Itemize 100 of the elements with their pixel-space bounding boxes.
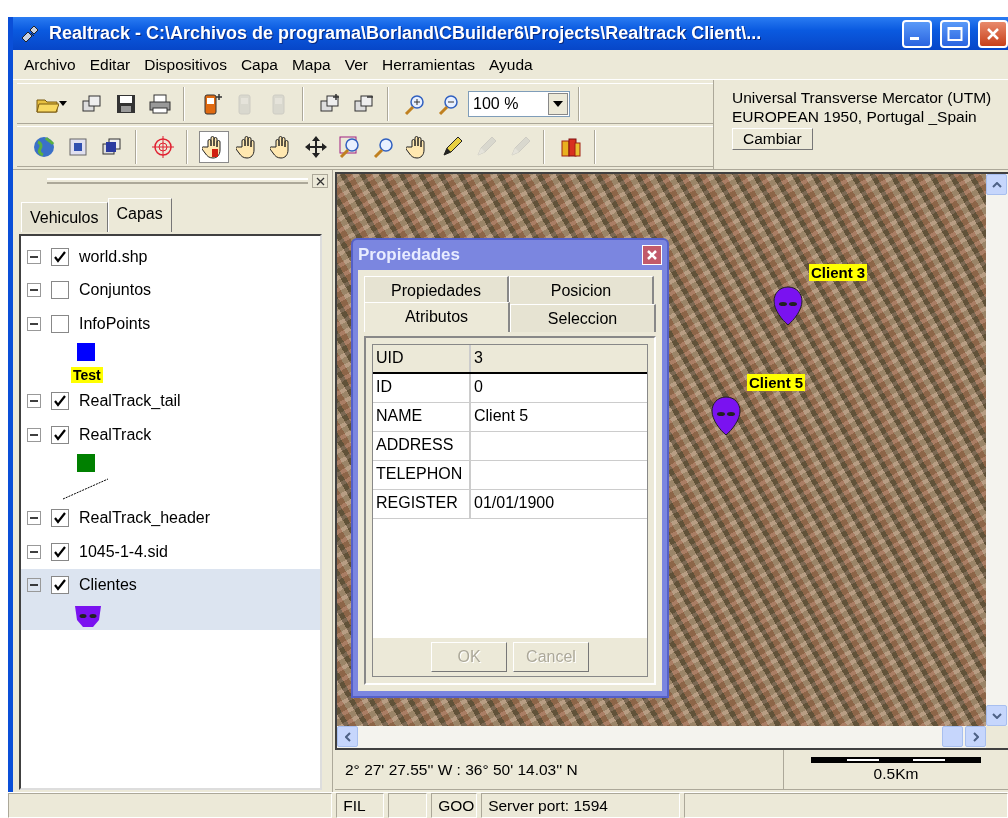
dialog-tab[interactable]: Posicion xyxy=(509,276,654,304)
zoom-box-icon xyxy=(338,134,362,159)
globe-icon xyxy=(32,134,56,159)
menu-item[interactable]: Ayuda xyxy=(482,55,540,74)
layer-name: Clientes xyxy=(79,576,137,595)
collapse-icon[interactable] xyxy=(27,511,41,526)
close-icon xyxy=(646,249,658,261)
menu-item[interactable]: Dispositivos xyxy=(137,55,234,74)
vertical-scrollbar[interactable] xyxy=(986,174,1008,726)
layer-row[interactable]: InfoPoints xyxy=(21,307,320,341)
pencil-icon xyxy=(508,134,532,159)
field-value: 3 xyxy=(473,348,484,368)
alien-head-icon xyxy=(73,604,103,628)
field-value: Client 5 xyxy=(473,406,530,426)
status-panel: GOO xyxy=(431,793,478,818)
minimize-button[interactable] xyxy=(902,19,932,48)
close-icon xyxy=(986,26,1000,41)
projection-text: EUROPEAN 1950, Portugal _Spain xyxy=(732,107,978,126)
layer-name: Conjuntos xyxy=(79,281,152,300)
dialog-title: Propiedades xyxy=(358,245,461,265)
satellite-icon xyxy=(19,23,41,44)
move-arrows-icon xyxy=(304,134,328,159)
layer-row[interactable]: RealTrack xyxy=(21,418,320,452)
dialog-tab[interactable]: Propiedades xyxy=(364,276,509,304)
alien-head-icon xyxy=(711,396,741,436)
menu-item[interactable]: Ver xyxy=(337,55,375,74)
scale-label: 0.5Km xyxy=(873,764,919,783)
menu-item[interactable]: Mapa xyxy=(284,55,338,74)
status-panel: Server port: 1594 xyxy=(481,793,680,818)
panel-tab[interactable]: Capas xyxy=(107,198,172,232)
collapse-icon[interactable] xyxy=(27,249,41,264)
scroll-right-button[interactable] xyxy=(965,726,986,747)
scroll-thumb[interactable] xyxy=(942,726,963,747)
maximize-button[interactable] xyxy=(940,19,970,48)
marker-label: Client 3 xyxy=(809,264,868,281)
layer-row[interactable]: RealTrack_tail xyxy=(21,384,320,418)
layer-checkbox[interactable] xyxy=(51,247,69,266)
layer-checkbox[interactable] xyxy=(51,281,69,300)
layer-checkbox[interactable] xyxy=(51,576,69,595)
maximize-icon xyxy=(947,25,963,42)
collapse-icon[interactable] xyxy=(27,394,41,409)
collapse-icon[interactable] xyxy=(27,578,41,593)
dialog-tab[interactable]: Atributos xyxy=(364,302,510,332)
collapse-icon[interactable] xyxy=(27,283,41,298)
layer-name: RealTrack_tail xyxy=(79,392,181,411)
horizontal-scrollbar[interactable] xyxy=(337,726,986,748)
collapse-icon[interactable] xyxy=(27,316,41,331)
scroll-up-button[interactable] xyxy=(986,174,1007,195)
status-panel: FIL xyxy=(336,793,384,818)
layer-row[interactable]: world.shp xyxy=(21,240,320,274)
menu-item[interactable]: Editar xyxy=(82,55,138,74)
close-button[interactable] xyxy=(312,174,328,188)
layer-checkbox[interactable] xyxy=(51,392,69,411)
layer-checkbox[interactable] xyxy=(51,314,69,333)
field-name: UID xyxy=(373,345,471,372)
layer-checkbox[interactable] xyxy=(51,542,69,561)
collapse-icon[interactable] xyxy=(27,427,41,442)
layer-name: InfoPoints xyxy=(79,314,151,333)
collapse-icon[interactable] xyxy=(27,544,41,559)
field-name: REGISTER xyxy=(373,490,471,518)
coordinates-text: 2° 27' 27.55'' W : 36° 50' 14.03'' N xyxy=(344,760,579,779)
alien-head-icon xyxy=(773,286,803,326)
layer-row[interactable]: RealTrack_header xyxy=(21,501,320,535)
panel-tab[interactable]: Vehiculos xyxy=(21,202,108,232)
chevron-up-icon xyxy=(991,181,1002,188)
pencil-icon xyxy=(474,134,498,159)
layer-checkbox[interactable] xyxy=(51,425,69,444)
status-panel xyxy=(387,793,428,818)
layer-name: RealTrack xyxy=(79,425,152,444)
zoom-combo[interactable]: 100 % xyxy=(468,90,570,117)
menu-item[interactable]: Herramientas xyxy=(375,55,483,74)
projection-text: Universal Transverse Mercator (UTM) xyxy=(732,88,993,107)
scroll-down-button[interactable] xyxy=(986,705,1007,726)
menu-item[interactable]: Archivo xyxy=(17,55,83,74)
caret-icon xyxy=(553,100,563,107)
layer-row[interactable]: Clientes xyxy=(21,568,320,602)
layer-name: RealTrack_header xyxy=(79,509,211,528)
field-value: 01/01/1900 xyxy=(473,493,556,513)
toolbar-button[interactable] xyxy=(199,130,229,163)
layer-row[interactable]: 1045-1-4.sid xyxy=(21,535,320,569)
layer-row[interactable]: Conjuntos xyxy=(21,273,320,307)
chevron-down-icon xyxy=(991,712,1002,719)
minimize-icon xyxy=(909,37,919,40)
field-value: 0 xyxy=(473,377,484,397)
window-title: Realtrack - C:\Archivos de programa\Borland\CBuilder6\Projects\Realtrack Client\... xyxy=(49,23,763,44)
change-button[interactable]: Cambiar xyxy=(732,128,813,150)
layer-checkbox[interactable] xyxy=(51,509,69,528)
scroll-left-button[interactable] xyxy=(337,726,358,747)
chevron-left-icon xyxy=(344,731,351,742)
chevron-right-icon xyxy=(972,731,979,742)
layer-name: 1045-1-4.sid xyxy=(79,542,168,561)
line-symbol xyxy=(63,477,109,500)
dialog-tab[interactable]: Seleccion xyxy=(510,304,656,332)
menu-item[interactable]: Capa xyxy=(233,55,285,74)
layer-name: world.shp xyxy=(79,247,148,266)
close-icon xyxy=(315,176,325,186)
caret-icon xyxy=(59,101,67,106)
pencil-icon xyxy=(440,134,464,159)
legend-label: Test xyxy=(71,366,103,383)
marker-label: Client 5 xyxy=(747,374,806,391)
